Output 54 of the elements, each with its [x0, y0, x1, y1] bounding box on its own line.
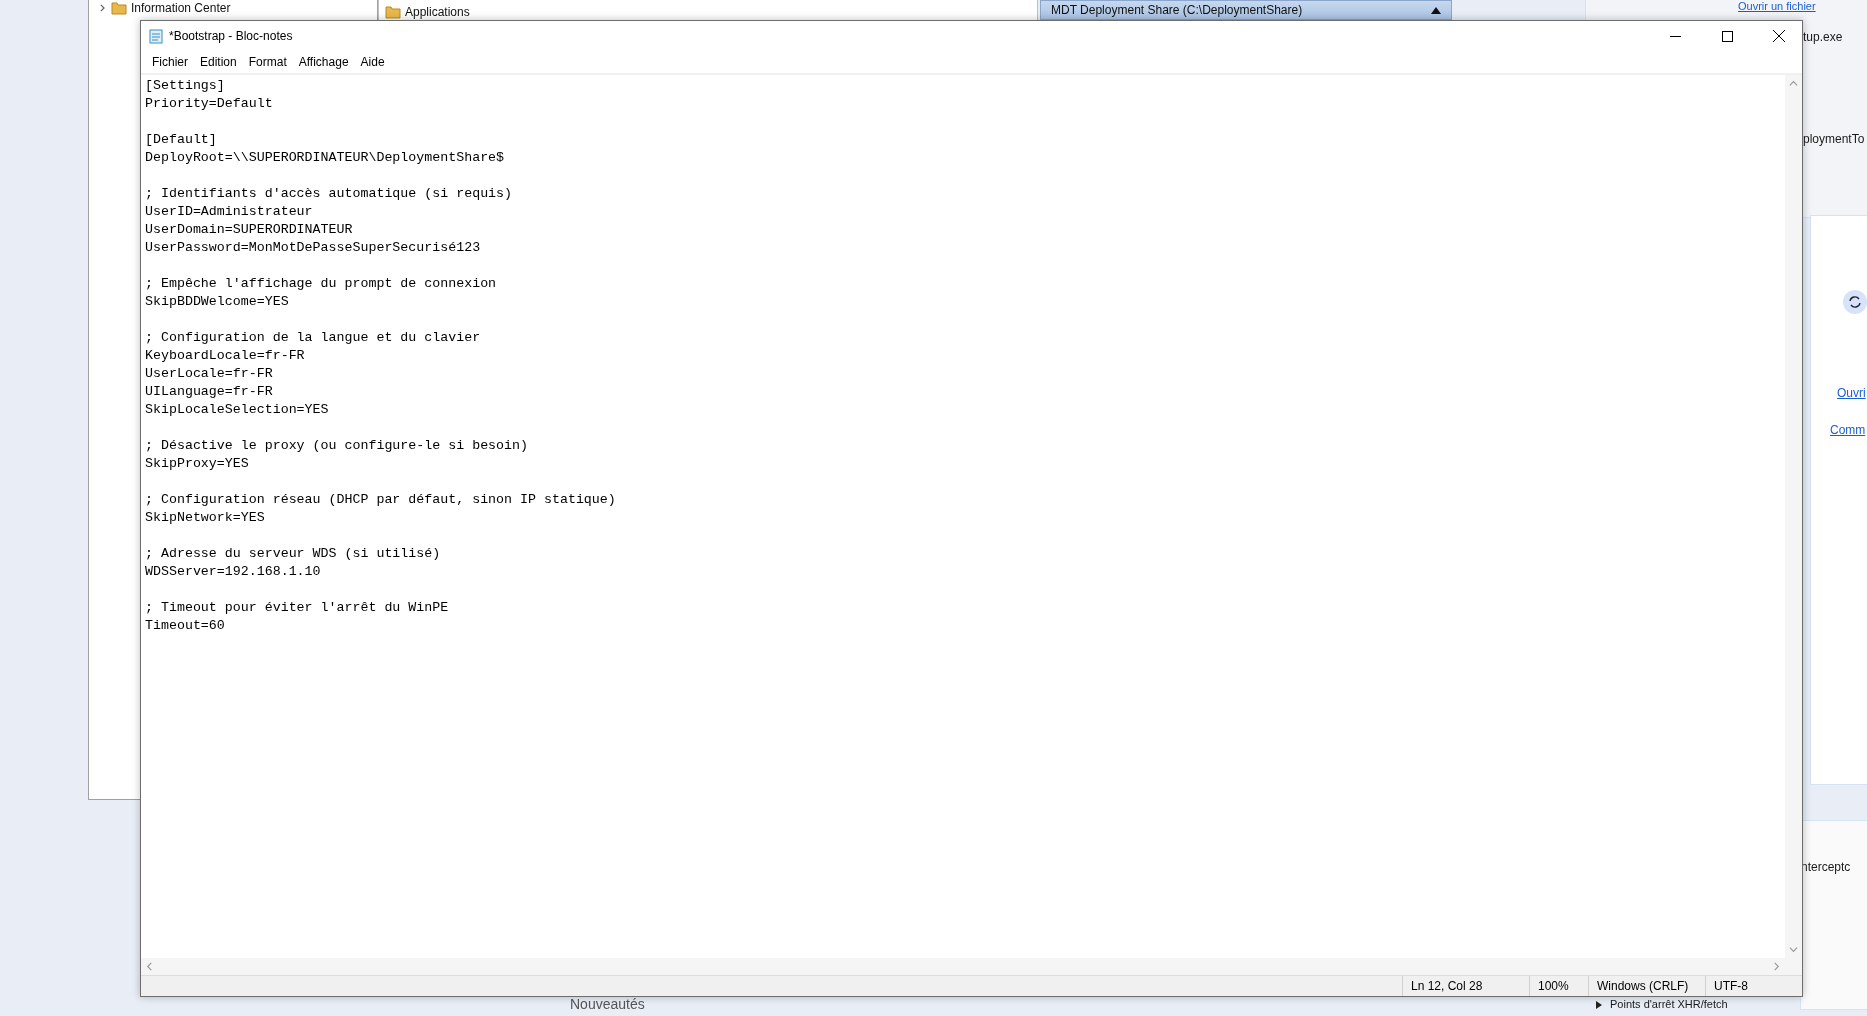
open-file-link[interactable]: Ouvrir un fichier [1738, 0, 1816, 12]
text-line: [Settings] [145, 77, 226, 95]
status-text: UTF-8 [1705, 976, 1802, 996]
refresh-icon [1843, 290, 1867, 314]
text-line: SkipLocaleSelection=YES [145, 401, 330, 419]
text-line: DeployRoot=\\SUPERORDINATEUR\DeploymentShare$ [145, 149, 506, 167]
text-line: SkipBDDWelcome=YES [145, 293, 290, 311]
scroll-right-icon[interactable] [1772, 962, 1781, 971]
tree-item[interactable]: Information Center [131, 1, 231, 15]
section-label[interactable]: Points d'arrêt XHR/fetch [1610, 998, 1728, 1010]
close-icon [1773, 30, 1785, 42]
text-line: ; Adresse du serveur WDS (si utilisé) [145, 545, 442, 563]
text-line: ; Configuration de la langue et du clavier [145, 329, 482, 347]
text-line: ; Configuration réseau (DHCP par défaut, sinon IP statique) [145, 491, 617, 509]
text-line: SkipNetwork=YES [145, 509, 266, 527]
link[interactable]: Ouvri [1837, 386, 1866, 400]
chevron-icon[interactable] [99, 4, 107, 12]
text-line: KeyboardLocale=fr-FR [145, 347, 306, 365]
scroll-up-icon[interactable] [1789, 79, 1798, 88]
menu-item[interactable]: Edition [194, 53, 243, 71]
maximize-icon [1721, 30, 1733, 42]
menu-item[interactable]: Aide [354, 53, 391, 71]
text-line: Timeout=60 [145, 617, 226, 635]
expand-icon[interactable] [1596, 1001, 1602, 1009]
link[interactable]: Comm [1830, 423, 1866, 437]
text-line: ; Identifiants d'accès automatique (si requis) [145, 185, 514, 203]
list-item[interactable]: Applications [405, 5, 470, 19]
text-line: UserLocale=fr-FR [145, 365, 274, 383]
section-heading: Nouveautés [570, 996, 645, 1012]
text-line: UILanguage=fr-FR [145, 383, 274, 401]
status-text: Ln 12, Col 28 [1402, 976, 1529, 996]
text-line: ; Désactive le proxy (ou configure-le si besoin) [145, 437, 529, 455]
status-text: 100% [1529, 976, 1588, 996]
menu-item[interactable]: Fichier [146, 53, 194, 71]
text-line: UserID=Administrateur [145, 203, 314, 221]
text-line: ; Timeout pour éviter l'arrêt du WinPE [145, 599, 450, 617]
folder-icon [111, 1, 127, 15]
text-line: Priority=Default [145, 95, 274, 113]
menu-item[interactable]: Format [242, 53, 293, 71]
text-line: [Default] [145, 131, 218, 149]
text-line: ; Empêche l'affichage du prompt de connexion [145, 275, 498, 293]
status-text: Windows (CRLF) [1588, 976, 1705, 996]
notepad-icon [149, 28, 163, 44]
menu-item[interactable]: Affichage [292, 53, 355, 71]
section-header[interactable]: MDT Deployment Share (C:\DeploymentShare) [1040, 0, 1452, 20]
text-line: WDSServer=192.168.1.10 [145, 563, 322, 581]
text-line: UserDomain=SUPERORDINATEUR [145, 221, 354, 239]
window-title: *Bootstrap - Bloc-notes [169, 29, 294, 43]
file-name: ploymentTo [1803, 132, 1865, 146]
file-name: tup.exe [1803, 30, 1843, 44]
scroll-left-icon[interactable] [145, 962, 154, 971]
text-line: SkipProxy=YES [145, 455, 250, 473]
text-line: UserPassword=MonMotDePasseSuperSecurisé123 [145, 239, 482, 257]
scroll-down-icon[interactable] [1789, 945, 1798, 954]
